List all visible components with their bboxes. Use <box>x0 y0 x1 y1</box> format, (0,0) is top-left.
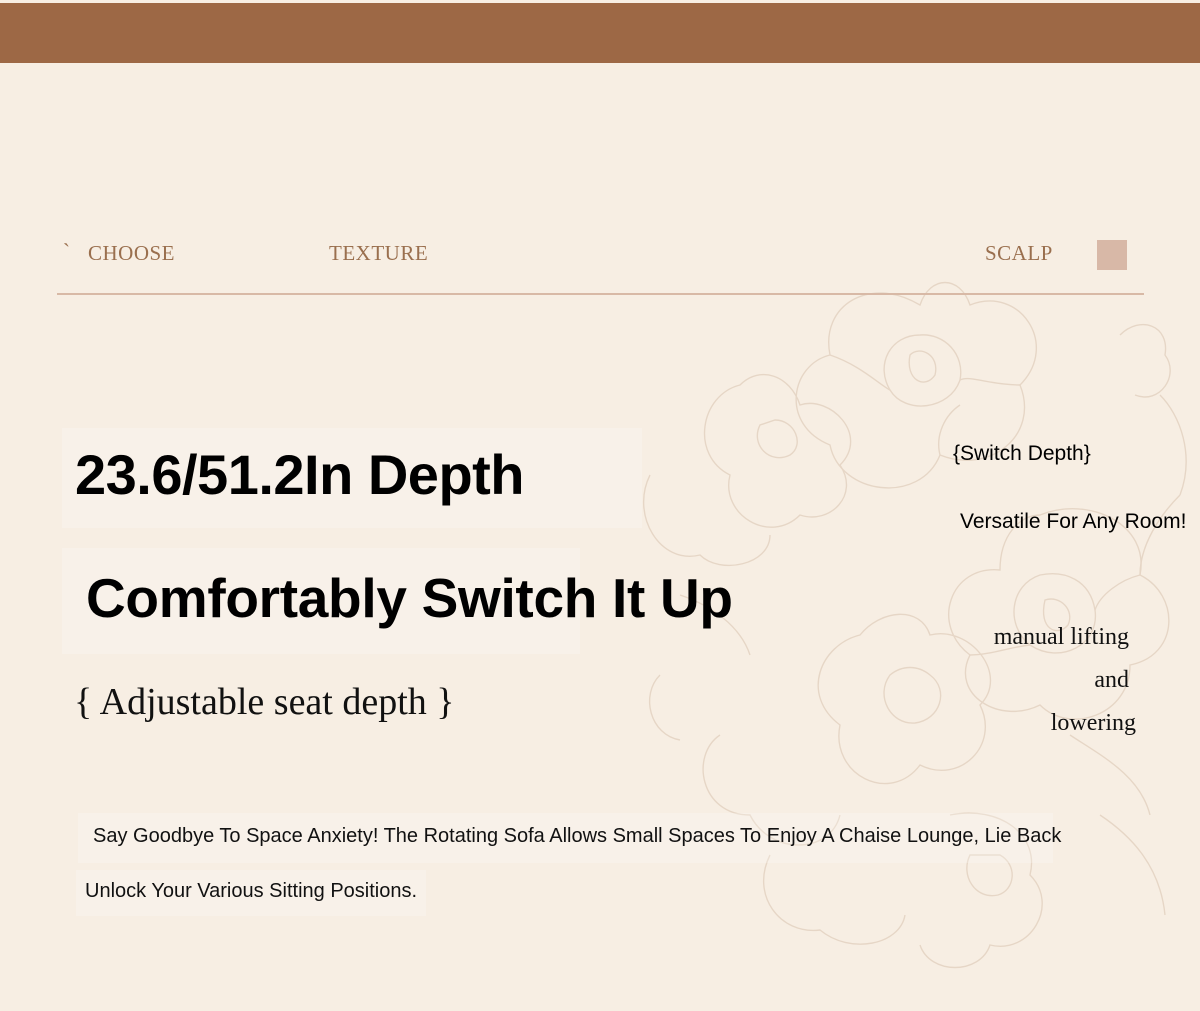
nav-tick-mark: ` <box>63 239 71 263</box>
switch-heading: Comfortably Switch It Up <box>86 567 733 629</box>
nav-item-scalp[interactable]: SCALP <box>985 241 1053 266</box>
description-line-1: Say Goodbye To Space Anxiety! The Rotati… <box>93 825 1062 847</box>
top-banner <box>0 3 1200 63</box>
lifting-line-1: manual lifting <box>993 624 1129 650</box>
nav-accent-square <box>1097 240 1127 270</box>
depth-heading: 23.6/51.2In Depth <box>75 443 525 506</box>
switch-depth-label: {Switch Depth} <box>953 442 1091 465</box>
lifting-line-2: and <box>1094 667 1129 693</box>
nav-item-texture[interactable]: TEXTURE <box>329 241 428 266</box>
nav-item-choose[interactable]: CHOOSE <box>88 241 175 266</box>
description-line-2: Unlock Your Various Sitting Positions. <box>85 880 418 902</box>
nav-divider <box>57 293 1144 295</box>
versatile-label: Versatile For Any Room! <box>960 510 1187 533</box>
lifting-line-3: lowering <box>1050 710 1136 736</box>
subtitle-adjustable-seat-depth: { Adjustable seat depth } <box>74 681 455 723</box>
